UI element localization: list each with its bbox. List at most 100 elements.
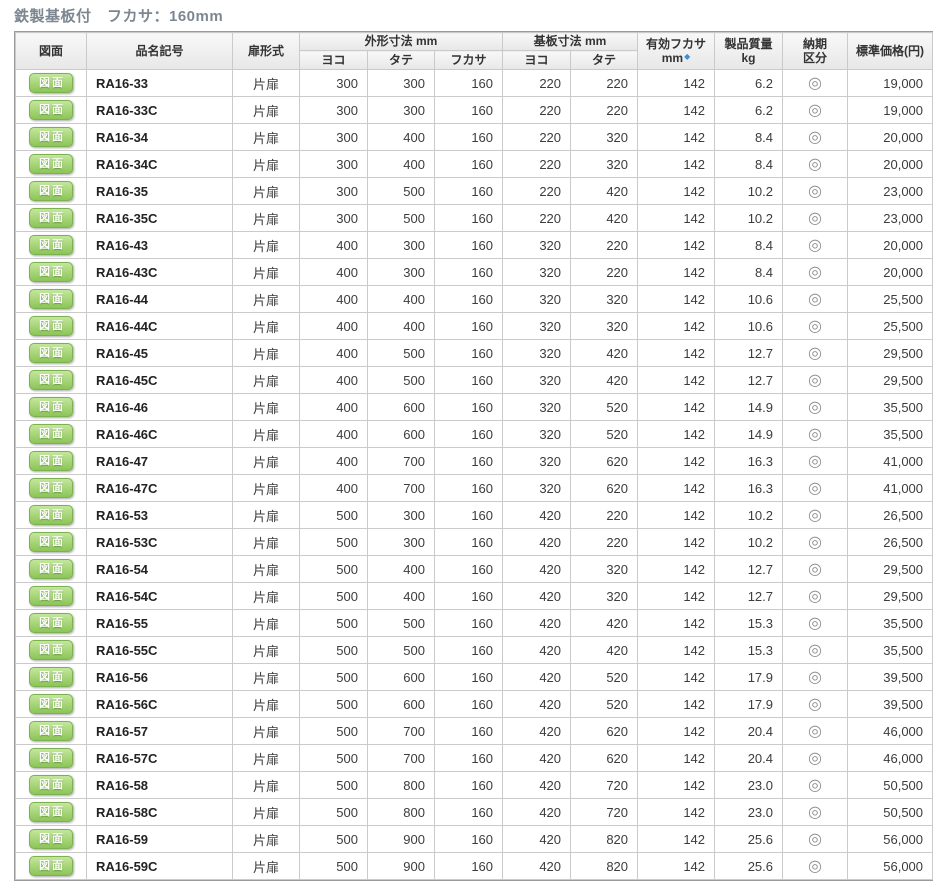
board-height: 620 [571,718,638,745]
outer-depth: 160 [435,367,503,394]
outer-width: 500 [300,691,368,718]
outer-width: 400 [300,340,368,367]
drawing-button[interactable]: 図面 [29,127,73,147]
weight: 6.2 [715,97,783,124]
weight: 15.3 [715,610,783,637]
board-height: 420 [571,637,638,664]
drawing-button[interactable]: 図面 [29,532,73,552]
board-height: 220 [571,529,638,556]
drawing-button[interactable]: 図面 [29,154,73,174]
drawing-cell: 図面 [16,826,87,853]
outer-width: 300 [300,205,368,232]
outer-depth: 160 [435,691,503,718]
drawing-cell: 図面 [16,367,87,394]
effective-depth-label-line2: mm [662,51,683,65]
drawing-button[interactable]: 図面 [29,208,73,228]
drawing-button[interactable]: 図面 [29,397,73,417]
outer-height: 300 [368,232,435,259]
product-code: RA16-54C [87,583,233,610]
board-height: 720 [571,772,638,799]
outer-depth: 160 [435,421,503,448]
drawing-button[interactable]: 図面 [29,181,73,201]
board-width: 420 [503,664,571,691]
table-row: 図面RA16-55片扉50050016042042014215.3◎35,500 [16,610,933,637]
drawing-button[interactable]: 図面 [29,829,73,849]
outer-height: 400 [368,583,435,610]
drawing-button[interactable]: 図面 [29,667,73,687]
door-type: 片扉 [233,826,300,853]
price: 39,500 [848,691,933,718]
board-height: 220 [571,502,638,529]
board-height: 320 [571,151,638,178]
drawing-button[interactable]: 図面 [29,289,73,309]
drawing-button[interactable]: 図面 [29,424,73,444]
col-header-outer-depth: フカサ [435,51,503,70]
table-row: 図面RA16-44C片扉40040016032032014210.6◎25,50… [16,313,933,340]
product-code: RA16-57 [87,718,233,745]
board-height: 220 [571,232,638,259]
product-code: RA16-43C [87,259,233,286]
outer-depth: 160 [435,664,503,691]
door-type: 片扉 [233,583,300,610]
price: 20,000 [848,232,933,259]
delivery-class-symbol: ◎ [783,313,848,340]
weight: 6.2 [715,70,783,97]
table-row: 図面RA16-56C片扉50060016042052014217.9◎39,50… [16,691,933,718]
drawing-cell: 図面 [16,691,87,718]
delivery-class-symbol: ◎ [783,475,848,502]
drawing-button[interactable]: 図面 [29,775,73,795]
drawing-cell: 図面 [16,502,87,529]
table-row: 図面RA16-43C片扉4003001603202201428.4◎20,000 [16,259,933,286]
drawing-button[interactable]: 図面 [29,586,73,606]
drawing-button[interactable]: 図面 [29,370,73,390]
price: 41,000 [848,448,933,475]
effective-depth: 142 [638,259,715,286]
drawing-button[interactable]: 図面 [29,721,73,741]
board-width: 320 [503,367,571,394]
drawing-button[interactable]: 図面 [29,802,73,822]
price: 35,500 [848,637,933,664]
outer-depth: 160 [435,718,503,745]
drawing-button[interactable]: 図面 [29,478,73,498]
drawing-button[interactable]: 図面 [29,856,73,876]
drawing-cell: 図面 [16,583,87,610]
drawing-button[interactable]: 図面 [29,505,73,525]
drawing-button[interactable]: 図面 [29,262,73,282]
drawing-button[interactable]: 図面 [29,73,73,93]
door-type: 片扉 [233,691,300,718]
board-height: 520 [571,691,638,718]
table-row: 図面RA16-34片扉3004001602203201428.4◎20,000 [16,124,933,151]
drawing-button[interactable]: 図面 [29,748,73,768]
drawing-button[interactable]: 図面 [29,451,73,471]
drawing-button[interactable]: 図面 [29,559,73,579]
drawing-button[interactable]: 図面 [29,316,73,336]
product-code: RA16-55C [87,637,233,664]
product-code: RA16-47C [87,475,233,502]
door-type: 片扉 [233,232,300,259]
delivery-label-line1: 納期 [803,37,827,51]
product-code: RA16-53 [87,502,233,529]
drawing-cell: 図面 [16,772,87,799]
outer-height: 400 [368,124,435,151]
outer-height: 300 [368,529,435,556]
effective-depth: 142 [638,70,715,97]
effective-depth: 142 [638,583,715,610]
drawing-cell: 図面 [16,259,87,286]
drawing-button[interactable]: 図面 [29,100,73,120]
board-height: 620 [571,475,638,502]
drawing-button[interactable]: 図面 [29,613,73,633]
board-width: 320 [503,394,571,421]
drawing-button[interactable]: 図面 [29,343,73,363]
price: 23,000 [848,205,933,232]
drawing-button[interactable]: 図面 [29,694,73,714]
board-height: 320 [571,313,638,340]
drawing-button[interactable]: 図面 [29,640,73,660]
weight: 14.9 [715,394,783,421]
outer-width: 300 [300,97,368,124]
board-width: 420 [503,502,571,529]
effective-depth: 142 [638,826,715,853]
delivery-class-symbol: ◎ [783,772,848,799]
delivery-class-symbol: ◎ [783,718,848,745]
drawing-button[interactable]: 図面 [29,235,73,255]
outer-width: 400 [300,367,368,394]
